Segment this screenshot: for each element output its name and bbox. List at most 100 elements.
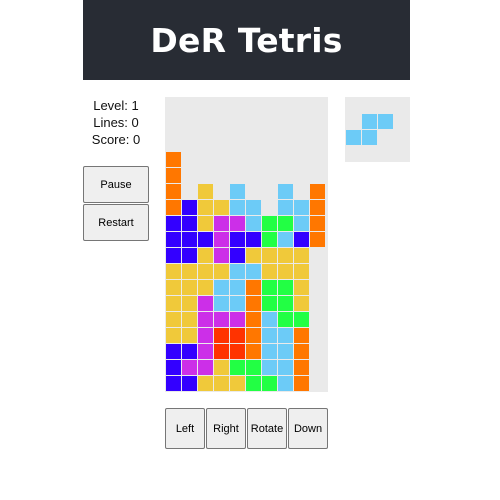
preview-block [362, 114, 377, 129]
board-block [182, 344, 197, 359]
board-block [262, 360, 277, 375]
board-block [230, 216, 245, 231]
board-block [214, 248, 229, 263]
board-block [294, 328, 309, 343]
game-board [165, 97, 328, 392]
down-button[interactable]: Down [288, 408, 328, 449]
board-block [166, 280, 181, 295]
board-block [294, 232, 309, 247]
board-block [214, 264, 229, 279]
board-block [198, 344, 213, 359]
board-block [246, 232, 261, 247]
board-block [182, 360, 197, 375]
board-block [262, 344, 277, 359]
board-block [166, 360, 181, 375]
board-block [278, 248, 293, 263]
board-block [278, 200, 293, 215]
board-block [278, 360, 293, 375]
board-block [246, 312, 261, 327]
board-block [230, 376, 245, 391]
board-block [214, 232, 229, 247]
board-block [278, 376, 293, 391]
board-block [262, 296, 277, 311]
level-readout: Level: 1 [93, 98, 139, 113]
board-block [246, 344, 261, 359]
board-block [278, 184, 293, 199]
board-block [246, 264, 261, 279]
board-block [294, 376, 309, 391]
board-block [198, 360, 213, 375]
board-block [278, 312, 293, 327]
board-block [198, 312, 213, 327]
board-block [310, 216, 325, 231]
board-block [214, 360, 229, 375]
board-block [166, 376, 181, 391]
board-block [230, 328, 245, 343]
board-block [198, 184, 213, 199]
board-block [166, 312, 181, 327]
pause-button[interactable]: Pause [83, 166, 149, 203]
board-block [294, 296, 309, 311]
board-block [214, 376, 229, 391]
board-block [278, 280, 293, 295]
left-button[interactable]: Left [165, 408, 205, 449]
board-block [198, 264, 213, 279]
board-block [182, 376, 197, 391]
board-block [182, 248, 197, 263]
board-block [182, 280, 197, 295]
board-block [294, 344, 309, 359]
board-block [262, 328, 277, 343]
board-block [230, 296, 245, 311]
board-block [214, 200, 229, 215]
board-block [198, 376, 213, 391]
board-block [166, 200, 181, 215]
right-button[interactable]: Right [206, 408, 246, 449]
board-block [230, 280, 245, 295]
board-block [278, 216, 293, 231]
board-block [166, 344, 181, 359]
board-block [214, 312, 229, 327]
lines-readout: Lines: 0 [93, 115, 139, 130]
board-block [262, 376, 277, 391]
board-block [166, 216, 181, 231]
board-block [182, 216, 197, 231]
board-block [246, 296, 261, 311]
board-block [262, 264, 277, 279]
board-block [198, 280, 213, 295]
board-block [166, 152, 181, 167]
board-block [278, 296, 293, 311]
board-block [214, 280, 229, 295]
board-block [230, 360, 245, 375]
board-block [198, 248, 213, 263]
board-block [246, 216, 261, 231]
board-block [182, 296, 197, 311]
board-block [230, 184, 245, 199]
board-block [294, 280, 309, 295]
board-block [166, 296, 181, 311]
board-block [182, 312, 197, 327]
board-block [182, 200, 197, 215]
preview-block [362, 130, 377, 145]
board-block [230, 200, 245, 215]
board-block [310, 200, 325, 215]
board-block [166, 264, 181, 279]
board-block [198, 232, 213, 247]
board-block [230, 232, 245, 247]
board-block [166, 232, 181, 247]
board-block [230, 312, 245, 327]
board-block [246, 280, 261, 295]
board-block [278, 344, 293, 359]
board-block [262, 248, 277, 263]
board-block [246, 200, 261, 215]
board-block [166, 248, 181, 263]
board-block [262, 280, 277, 295]
game-header: DeR Tetris [83, 0, 410, 80]
board-block [294, 216, 309, 231]
board-block [166, 168, 181, 183]
game-title: DeR Tetris [150, 20, 343, 60]
rotate-button[interactable]: Rotate [247, 408, 287, 449]
board-block [246, 360, 261, 375]
board-block [294, 248, 309, 263]
board-block [246, 376, 261, 391]
restart-button[interactable]: Restart [83, 204, 149, 241]
